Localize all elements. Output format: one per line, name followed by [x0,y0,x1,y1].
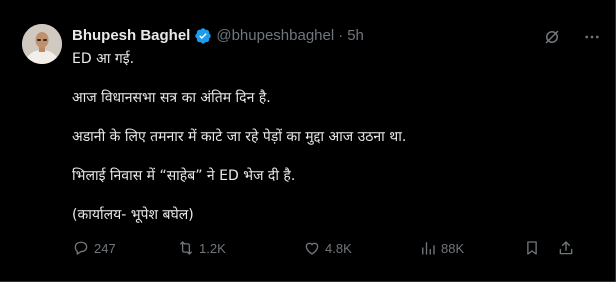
verified-badge-icon[interactable] [194,27,212,45]
tweet-top-icons [543,28,601,46]
views-button[interactable]: 88K [419,239,523,257]
tweet-line-1: ED आ गई. [72,51,135,67]
tweet-line-2: आज विधानसभा सत्र का अंतिम दिन है. [72,90,271,106]
bookmark-icon [523,239,541,257]
tweet-line-4: भिलाई निवास में “साहेब” ने ED भेज दी है. [72,168,296,184]
like-icon [303,239,321,257]
share-icon [557,239,575,257]
share-button[interactable] [557,239,577,257]
like-button[interactable]: 4.8K [303,239,419,257]
views-icon [419,239,437,257]
grok-icon[interactable] [543,28,561,46]
tweet-text: ED आ गई. आज विधानसभा सत्र का अंतिम दिन ह… [72,50,592,225]
repost-count: 1.2K [199,240,226,256]
tweet-header: Bhupesh Baghel @bhupeshbaghel · 5h [72,26,364,46]
tweet-line-5: (कार्यालय- भूपेश बघेल) [72,207,194,223]
timestamp[interactable]: 5h [347,26,364,46]
author-name[interactable]: Bhupesh Baghel [72,26,190,46]
tweet-line-3: अडानी के लिए तमनार में काटे जा रहे पेड़ो… [72,129,407,145]
more-icon[interactable] [583,28,601,46]
avatar[interactable] [22,24,62,64]
bookmark-button[interactable] [523,239,557,257]
repost-button[interactable]: 1.2K [177,239,303,257]
repost-icon [177,239,195,257]
reply-count: 247 [94,240,116,256]
separator-dot: · [338,27,344,44]
views-count: 88K [441,240,465,256]
tweet-actions: 247 1.2K 4.8K 88K [72,239,592,257]
reply-button[interactable]: 247 [72,239,177,257]
tweet-card[interactable]: Bhupesh Baghel @bhupeshbaghel · 5h ED आ … [0,0,616,282]
reply-icon [72,239,90,257]
like-count: 4.8K [325,240,352,256]
author-handle[interactable]: @bhupeshbaghel [216,26,334,46]
